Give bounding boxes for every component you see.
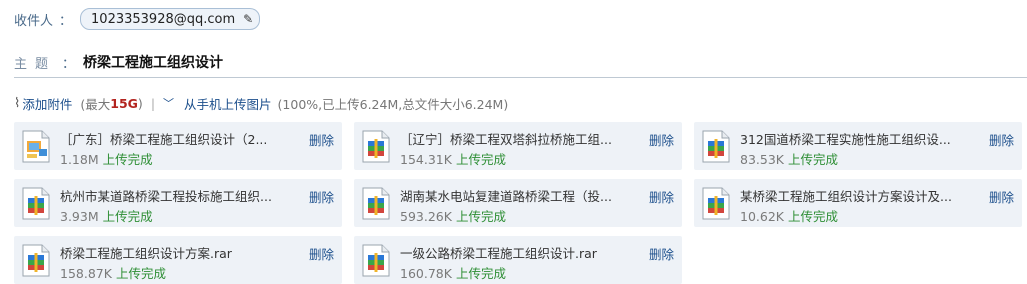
attachment-item[interactable]: ［广东］桥梁工程施工组织设计（2... 1.18M 上传完成 删除 (14, 122, 342, 170)
max-size-suffix: ) (137, 95, 143, 111)
attachment-size: 158.87K (60, 266, 112, 281)
delete-attachment-button[interactable]: 删除 (309, 244, 334, 263)
attachment-size: 593.26K (400, 209, 452, 224)
attachment-meta: 160.78K 上传完成 (400, 263, 506, 282)
delete-attachment-button[interactable]: 删除 (649, 130, 674, 149)
upload-status: 上传完成 (787, 152, 838, 167)
recipient-label: 收件人 (14, 13, 54, 29)
recipient-email: 1023353928@qq.com (91, 11, 236, 27)
rar-archive-icon (22, 244, 50, 277)
toolbar-separator: | (150, 95, 156, 111)
delete-attachment-button[interactable]: 删除 (989, 130, 1014, 149)
max-size-prefix: (最大 (80, 96, 111, 112)
subject-value[interactable]: 桥梁工程施工组织设计 (83, 52, 223, 72)
rar-archive-icon (702, 130, 730, 163)
attachment-item[interactable]: 某桥梁工程施工组织设计方案设计及... 10.62K 上传完成 删除 (694, 179, 1022, 227)
attachment-item[interactable]: 湖南某水电站复建道路桥梁工程（投... 593.26K 上传完成 删除 (354, 179, 682, 227)
attachment-toolbar: ⌇ 添加附件 (最大 15G ) | ﹀ 从手机上传图片 (100%,已上传6.… (14, 94, 508, 112)
attachment-meta: 10.62K 上传完成 (740, 206, 838, 225)
subject-divider (14, 77, 1027, 78)
rar-archive-icon (22, 187, 50, 220)
upload-status: 上传完成 (455, 266, 506, 281)
upload-status: 上传完成 (102, 152, 153, 167)
attachment-name[interactable]: 某桥梁工程施工组织设计方案设计及... (740, 186, 960, 205)
attachment-item[interactable]: 312国道桥梁工程实施性施工组织设... 83.53K 上传完成 删除 (694, 122, 1022, 170)
attachment-name[interactable]: ［辽宁］桥梁工程双塔斜拉桥施工组... (400, 129, 620, 148)
attachment-name[interactable]: 湖南某水电站复建道路桥梁工程（投... (400, 186, 620, 205)
paperclip-icon: ⌇ (14, 95, 21, 111)
rar-archive-icon (362, 130, 390, 163)
attachment-meta: 593.26K 上传完成 (400, 206, 506, 225)
delete-attachment-button[interactable]: 删除 (309, 130, 334, 149)
attachment-size: 3.93M (60, 209, 99, 224)
upload-progress-text: (100%,已上传6.24M,总文件大小6.24M) (277, 96, 509, 112)
attachment-name[interactable]: 杭州市某道路桥梁工程投标施工组织... (60, 186, 280, 205)
recipient-row: 收件人 ： 1023353928@qq.com ✎ (14, 8, 261, 30)
recipient-chip[interactable]: 1023353928@qq.com ✎ (80, 8, 261, 30)
attachment-meta: 3.93M 上传完成 (60, 206, 153, 225)
upload-status: 上传完成 (115, 266, 166, 281)
attachment-meta: 158.87K 上传完成 (60, 263, 166, 282)
delete-attachment-button[interactable]: 删除 (989, 187, 1014, 206)
attachment-name[interactable]: 一级公路桥梁工程施工组织设计.rar (400, 243, 620, 262)
upload-status: 上传完成 (455, 209, 506, 224)
attachment-item[interactable]: 杭州市某道路桥梁工程投标施工组织... 3.93M 上传完成 删除 (14, 179, 342, 227)
delete-attachment-button[interactable]: 删除 (649, 187, 674, 206)
attachment-name[interactable]: ［广东］桥梁工程施工组织设计（2... (60, 129, 280, 148)
phone-upload-link[interactable]: 从手机上传图片 (184, 94, 272, 113)
rar-archive-icon (362, 187, 390, 220)
attachment-name[interactable]: 312国道桥梁工程实施性施工组织设... (740, 129, 960, 148)
subject-colon: ： (62, 56, 76, 72)
chevron-down-icon[interactable]: ﹀ (163, 95, 174, 111)
attachment-meta: 1.18M 上传完成 (60, 149, 153, 168)
upload-status: 上传完成 (787, 209, 838, 224)
upload-status: 上传完成 (455, 152, 506, 167)
max-size-value: 15G (110, 95, 138, 111)
attachment-size: 83.53K (740, 152, 784, 167)
attachment-size: 10.62K (740, 209, 784, 224)
attachment-size: 154.31K (400, 152, 452, 167)
attachment-meta: 154.31K 上传完成 (400, 149, 506, 168)
attachment-size: 1.18M (60, 152, 99, 167)
image-file-icon (22, 130, 50, 163)
recipient-colon: ： (59, 13, 73, 29)
add-attachment-link[interactable]: 添加附件 (22, 94, 72, 113)
upload-status: 上传完成 (102, 209, 153, 224)
delete-attachment-button[interactable]: 删除 (309, 187, 334, 206)
subject-row: 主题 ： 桥梁工程施工组织设计 (14, 52, 223, 72)
attachment-item[interactable]: 桥梁工程施工组织设计方案.rar 158.87K 上传完成 删除 (14, 236, 342, 284)
attachment-name[interactable]: 桥梁工程施工组织设计方案.rar (60, 243, 280, 262)
attachment-item[interactable]: ［辽宁］桥梁工程双塔斜拉桥施工组... 154.31K 上传完成 删除 (354, 122, 682, 170)
rar-archive-icon (702, 187, 730, 220)
delete-attachment-button[interactable]: 删除 (649, 244, 674, 263)
attachment-meta: 83.53K 上传完成 (740, 149, 838, 168)
attachment-size: 160.78K (400, 266, 452, 281)
edit-icon[interactable]: ✎ (243, 12, 253, 26)
attachment-item[interactable]: 一级公路桥梁工程施工组织设计.rar 160.78K 上传完成 删除 (354, 236, 682, 284)
subject-label: 主题 (14, 56, 57, 72)
rar-archive-icon (362, 244, 390, 277)
